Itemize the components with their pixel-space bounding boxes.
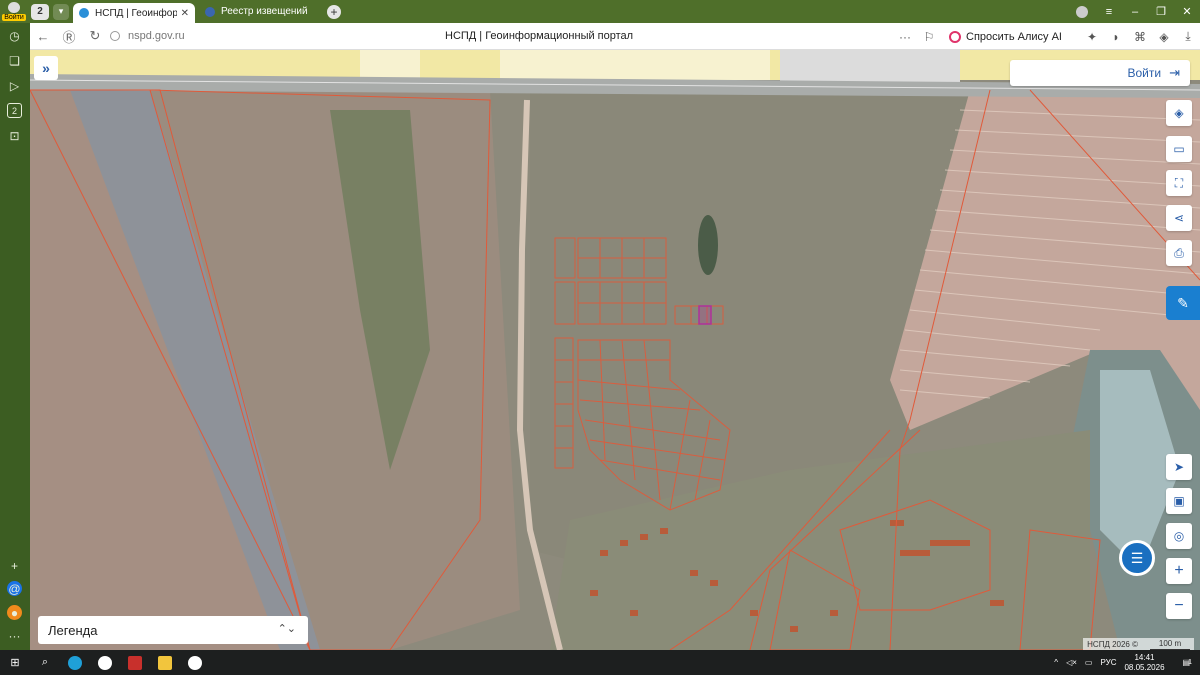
login-badge: Войти xyxy=(2,14,26,21)
translate-icon[interactable]: ⌘ xyxy=(1128,30,1152,44)
selected-parcel xyxy=(698,305,712,325)
chat-button[interactable]: ☰ xyxy=(1119,540,1155,576)
windows-taskbar: ⊞ ⌕ ^ ◁× ▭ РУС 14:41 08.05.2026 ▤ 1 xyxy=(0,650,1200,675)
layers-icon[interactable]: ◈ xyxy=(1166,100,1192,126)
ruler-icon[interactable]: ▭ xyxy=(1166,136,1192,162)
registry-icon xyxy=(205,6,215,17)
pdf-app-icon[interactable] xyxy=(120,650,150,675)
edge-icon[interactable] xyxy=(60,650,90,675)
location-pin-icon[interactable]: ◎ xyxy=(1166,523,1192,549)
network-icon[interactable]: ▭ xyxy=(1085,658,1093,667)
share-icon[interactable]: ⋖ xyxy=(1166,205,1192,231)
menu-icon[interactable]: ≡ xyxy=(1096,6,1122,18)
clock-time: 14:41 xyxy=(1134,652,1155,662)
account-icon[interactable] xyxy=(1076,5,1088,18)
tab-registry[interactable]: Реестр извещений xyxy=(199,2,319,22)
reload-icon[interactable]: ↻ xyxy=(82,28,108,44)
locate-icon[interactable]: ➤ xyxy=(1166,454,1192,480)
mail-icon[interactable]: @ xyxy=(7,581,22,596)
zoom-out-icon[interactable]: − xyxy=(1166,593,1192,619)
lock-icon xyxy=(110,31,120,41)
legend-label: Легенда xyxy=(48,622,98,638)
new-tab-button[interactable]: + xyxy=(327,4,341,19)
select-area-icon[interactable]: ⛶ xyxy=(1166,170,1192,196)
url-field[interactable]: nspd.gov.ru xyxy=(110,30,185,42)
assistant-button[interactable]: ✎ xyxy=(1166,286,1200,320)
tray-arrow-icon[interactable]: ^ xyxy=(1054,658,1058,667)
more-icon[interactable]: ··· xyxy=(893,30,917,44)
yandex-browser-icon[interactable] xyxy=(180,650,210,675)
language-indicator[interactable]: РУС xyxy=(1100,658,1116,667)
login-button[interactable]: Войти ⇥ xyxy=(1010,60,1190,86)
notifications-count: 1 xyxy=(1188,659,1192,666)
globe-icon xyxy=(79,8,89,18)
satellite-map xyxy=(30,50,1200,650)
add-icon[interactable]: + xyxy=(7,558,22,573)
profile-button[interactable]: Войти xyxy=(0,0,28,23)
restore-icon[interactable]: ❐ xyxy=(1148,5,1174,18)
map-view-icon[interactable]: ▣ xyxy=(1166,488,1192,514)
clock-date: 08.05.2026 xyxy=(1124,662,1165,672)
search-icon[interactable]: ⌕ xyxy=(30,650,60,675)
yandex-icon[interactable] xyxy=(90,650,120,675)
avatar xyxy=(8,2,20,13)
url-text: nspd.gov.ru xyxy=(128,30,185,42)
shield-icon[interactable]: ◈ xyxy=(1152,30,1176,44)
tab-count-button[interactable]: 2 xyxy=(31,3,49,20)
browser-tab-bar: Войти 2 ▾ НСПД | Геоинформаци ✕ Реестр и… xyxy=(0,0,1200,23)
volume-icon[interactable]: ◁× xyxy=(1066,658,1077,667)
alisa-icon xyxy=(949,30,962,43)
zoom-in-icon[interactable]: + xyxy=(1166,558,1192,584)
vpn-icon[interactable]: ◗ xyxy=(1104,30,1128,44)
login-icon: ⇥ xyxy=(1169,65,1180,80)
login-label: Войти xyxy=(1127,66,1162,80)
protect-icon[interactable]: Ⓡ xyxy=(56,27,82,46)
close-icon[interactable]: ✕ xyxy=(181,8,189,19)
close-window-icon[interactable]: ✕ xyxy=(1174,5,1200,18)
expand-panel-button[interactable]: » xyxy=(34,56,58,80)
bookmark-icon[interactable]: ⚐ xyxy=(917,30,941,44)
play-icon[interactable]: ▷ xyxy=(7,78,22,93)
attribution-text: НСПД 2026 © xyxy=(1087,639,1138,649)
app-icon[interactable]: ● xyxy=(7,605,22,620)
ask-alisa-button[interactable]: Спросить Алису AI xyxy=(941,30,1070,43)
address-bar: ← Ⓡ ↻ nspd.gov.ru НСПД | Геоинформационн… xyxy=(30,23,1200,50)
tabs-badge[interactable]: 2 xyxy=(7,103,22,118)
downloads-icon[interactable]: ⤓ xyxy=(1176,29,1200,44)
chevron-updown-icon: ⌃⌄ xyxy=(277,623,296,635)
browser-side-panel: ◷ ❏ ▷ 2 ⊡ + @ ● ··· xyxy=(0,23,30,650)
map-viewport[interactable]: » Войти ⇥ ◈ ▭ ⛶ ⋖ ⎙ ✎ ➤ ▣ ◎ + − ☰ Легенд… xyxy=(30,50,1200,650)
collections-icon[interactable]: ❏ xyxy=(7,53,22,68)
screenshot-icon[interactable]: ⊡ xyxy=(7,128,22,143)
explorer-icon[interactable] xyxy=(150,650,180,675)
chevron-down-icon[interactable]: ▾ xyxy=(53,3,69,20)
extension-icon[interactable]: ✦ xyxy=(1080,30,1104,44)
minimize-icon[interactable]: – xyxy=(1122,6,1148,18)
scale-bar: 100 m xyxy=(1150,639,1190,650)
tab-nspd[interactable]: НСПД | Геоинформаци ✕ xyxy=(73,3,195,23)
start-icon[interactable]: ⊞ xyxy=(0,650,30,675)
alisa-label: Спросить Алису AI xyxy=(966,30,1062,43)
legend-dropdown[interactable]: Легенда ⌃⌄ xyxy=(38,616,308,644)
history-icon[interactable]: ◷ xyxy=(7,28,22,43)
page-title: НСПД | Геоинформационный портал xyxy=(445,30,634,42)
tab-title: НСПД | Геоинформаци xyxy=(95,7,177,19)
clock[interactable]: 14:41 08.05.2026 xyxy=(1124,653,1172,673)
back-icon[interactable]: ← xyxy=(30,29,56,44)
tab-title: Реестр извещений xyxy=(221,6,308,17)
print-icon[interactable]: ⎙ xyxy=(1166,240,1192,266)
map-attribution: НСПД 2026 © 100 m xyxy=(1083,638,1194,650)
more-icon[interactable]: ··· xyxy=(7,628,22,643)
